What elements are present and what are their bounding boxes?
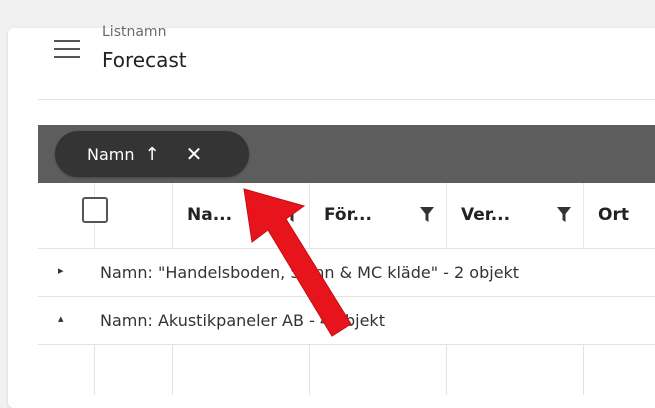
remove-group-close-icon[interactable]: ✕ — [186, 142, 203, 166]
column-label: Na... — [187, 205, 233, 225]
column-header-row: Na... För... Ver... Ort — [38, 183, 655, 249]
column-label: Ort — [598, 205, 629, 225]
group-row-label: Namn: "Handelsboden, Skinn & MC kläde" -… — [100, 263, 520, 282]
filter-icon[interactable] — [420, 207, 434, 223]
expand-group-icon[interactable]: ▸ — [58, 264, 64, 277]
group-row[interactable]: ▸ Namn: "Handelsboden, Skinn & MC kläde"… — [38, 249, 655, 297]
table-cell — [309, 345, 447, 395]
select-all-checkbox[interactable] — [82, 197, 108, 223]
page-title: Forecast — [102, 48, 187, 72]
sort-ascending-icon[interactable]: ↑ — [145, 144, 160, 165]
hamburger-menu-icon[interactable] — [54, 40, 80, 60]
group-chip-namn[interactable]: Namn ↑ ✕ — [55, 131, 249, 177]
filter-icon[interactable] — [557, 207, 571, 223]
list-name-label: Listnamn — [102, 24, 167, 40]
column-header-ver[interactable]: Ver... — [446, 183, 584, 248]
collapse-group-icon[interactable]: ▴ — [58, 312, 64, 325]
column-header-ort[interactable]: Ort — [583, 183, 655, 248]
table-cell — [172, 345, 310, 395]
table-cell — [94, 345, 173, 395]
filter-icon[interactable] — [285, 207, 299, 223]
column-label: För... — [324, 205, 372, 225]
column-label: Ver... — [461, 205, 511, 225]
column-header-for[interactable]: För... — [309, 183, 447, 248]
group-chip-label: Namn — [87, 144, 135, 164]
group-row-label: Namn: Akustikpaneler AB - 4 objekt — [100, 311, 385, 330]
list-header — [8, 28, 655, 128]
group-row[interactable]: ▴ Namn: Akustikpaneler AB - 4 objekt — [38, 297, 655, 345]
header-divider — [38, 99, 655, 100]
table-row[interactable] — [38, 345, 655, 395]
table-cell — [583, 345, 655, 395]
table-cell — [446, 345, 584, 395]
column-header-namn[interactable]: Na... — [172, 183, 310, 248]
